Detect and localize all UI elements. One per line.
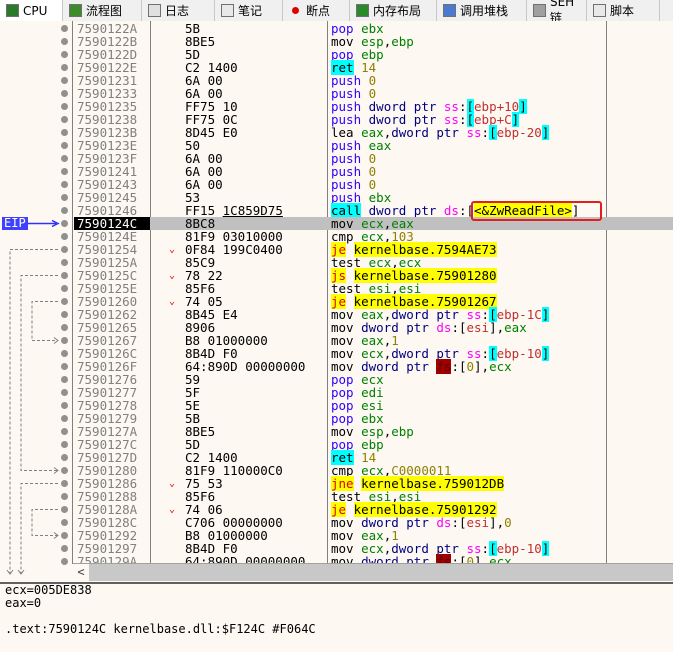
breakpoint-toggle-icon[interactable] [61, 454, 68, 461]
tab-7[interactable]: SEH链 [527, 0, 587, 25]
breakpoint-toggle-icon[interactable] [61, 103, 68, 110]
info-line: ecx=005DE838 [5, 583, 92, 597]
breakpoint-toggle-icon[interactable] [61, 285, 68, 292]
breakpoint-toggle-icon[interactable] [61, 467, 68, 474]
highlight-box [471, 201, 602, 221]
breakpoint-toggle-icon[interactable] [61, 324, 68, 331]
log-pencil-icon [148, 4, 161, 17]
breakpoint-toggle-icon[interactable] [61, 168, 68, 175]
horizontal-scrollbar[interactable]: < [73, 563, 673, 581]
breakpoint-toggle-icon[interactable] [61, 155, 68, 162]
scroll-left-button[interactable]: < [73, 564, 89, 581]
breakpoint-toggle-icon[interactable] [61, 25, 68, 32]
jump-chevron-icon: ⌄ [169, 296, 176, 307]
breakpoint-toggle-icon[interactable] [61, 90, 68, 97]
tab-label: 笔记 [238, 4, 263, 18]
tab-4[interactable]: 断点 [283, 0, 350, 21]
jump-chevron-icon: ⌄ [169, 270, 176, 281]
tab-label: 日志 [165, 4, 190, 18]
breakpoint-toggle-icon[interactable] [61, 207, 68, 214]
tab-label: 流程图 [86, 4, 123, 18]
breakpoint-toggle-icon[interactable] [61, 272, 68, 279]
breakpoint-toggle-icon[interactable] [61, 233, 68, 240]
breakpoint-toggle-icon[interactable] [61, 519, 68, 526]
memory-icon [356, 4, 369, 17]
breakpoint-toggle-icon[interactable] [61, 441, 68, 448]
tab-label: CPU [23, 3, 48, 18]
breakpoint-toggle-icon[interactable] [61, 506, 68, 513]
tab-1[interactable]: 流程图 [63, 0, 142, 21]
jump-chevron-icon: ⌄ [169, 504, 176, 515]
tab-6[interactable]: 调用堆栈 [437, 0, 527, 21]
breakpoint-toggle-icon[interactable] [61, 558, 68, 565]
info-line: eax=0 [5, 596, 42, 610]
jump-chevron-icon: ⌄ [169, 244, 176, 255]
tab-label: 内存布局 [373, 4, 422, 18]
breakpoint-toggle-icon[interactable] [61, 129, 68, 136]
notes-icon [221, 4, 234, 17]
breakpoint-toggle-icon[interactable] [61, 194, 68, 201]
breakpoint-toggle-icon[interactable] [61, 116, 68, 123]
breakpoint-toggle-icon[interactable] [61, 259, 68, 266]
breakpoint-toggle-icon[interactable] [61, 246, 68, 253]
breakpoint-toggle-icon[interactable] [61, 220, 68, 227]
tab-2[interactable]: 日志 [142, 0, 215, 21]
tab-bar: CPU 流程图 日志 笔记 断点 内存布局 调用堆栈 SEH链 脚本 [0, 0, 673, 25]
breakpoint-toggle-icon[interactable] [61, 77, 68, 84]
tab-5[interactable]: 内存布局 [350, 0, 437, 21]
breakpoint-toggle-icon[interactable] [61, 311, 68, 318]
breakpoint-toggle-icon[interactable] [61, 51, 68, 58]
breakpoint-toggle-icon[interactable] [61, 493, 68, 500]
tab-label: 脚本 [610, 4, 635, 18]
tab-label: 断点 [306, 4, 331, 18]
tree-icon [69, 4, 82, 17]
info-line: .text:7590124C kernelbase.dll:$F124C #F0… [5, 622, 316, 636]
breakpoint-toggle-icon[interactable] [61, 376, 68, 383]
tab-8[interactable]: 脚本 [587, 0, 660, 21]
disassembly-pane[interactable]: 7590122A 5B pop ebx 7590122B 8BE5 mov esp,ebp… [0, 21, 673, 581]
breakpoint-toggle-icon[interactable] [61, 428, 68, 435]
breakpoint-toggle-icon[interactable] [61, 298, 68, 305]
seh-chain-icon [533, 4, 546, 17]
breakpoint-toggle-icon[interactable] [61, 480, 68, 487]
eip-marker: EIP [2, 216, 28, 230]
breakpoint-toggle-icon[interactable] [61, 402, 68, 409]
breakpoint-dot-icon [292, 7, 299, 14]
call-stack-icon [443, 4, 456, 17]
tab-3[interactable]: 笔记 [215, 0, 283, 21]
bytes: 64:890D 00000000 [185, 359, 306, 374]
breakpoint-toggle-icon[interactable] [61, 64, 68, 71]
breakpoint-toggle-icon[interactable] [61, 545, 68, 552]
breakpoint-toggle-icon[interactable] [61, 337, 68, 344]
breakpoint-toggle-icon[interactable] [61, 181, 68, 188]
breakpoint-toggle-icon[interactable] [61, 389, 68, 396]
breakpoint-toggle-icon[interactable] [61, 532, 68, 539]
breakpoint-toggle-icon[interactable] [61, 142, 68, 149]
jump-chevron-icon: ⌄ [169, 478, 176, 489]
tab-label: 调用堆栈 [460, 4, 509, 18]
breakpoint-toggle-icon[interactable] [61, 350, 68, 357]
breakpoint-toggle-icon[interactable] [61, 415, 68, 422]
info-panel: ecx=005DE838 eax=0 .text:7590124C kernel… [0, 582, 673, 652]
breakpoint-toggle-icon[interactable] [61, 363, 68, 370]
cpu-chip-icon [6, 4, 19, 17]
tab-0[interactable]: CPU [0, 0, 63, 21]
breakpoint-toggle-icon[interactable] [61, 38, 68, 45]
script-icon [593, 4, 606, 17]
